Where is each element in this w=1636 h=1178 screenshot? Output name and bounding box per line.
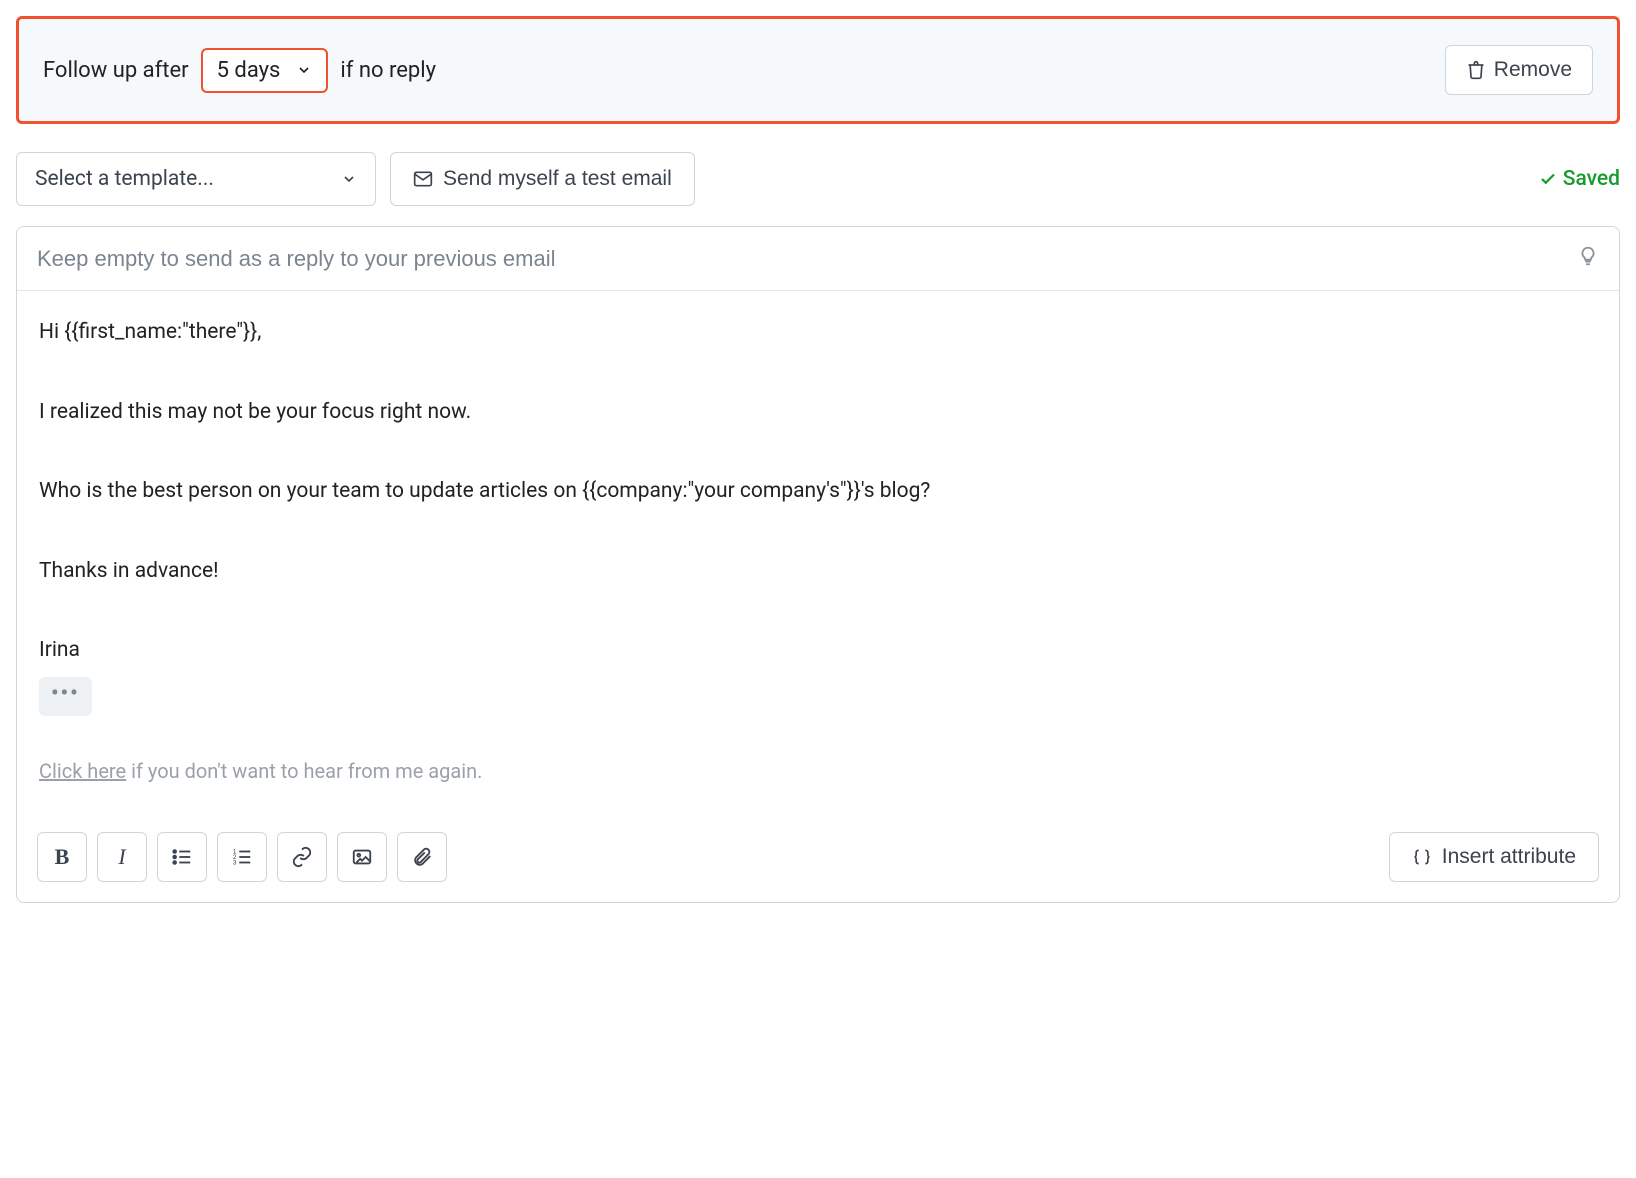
bold-button[interactable]: B [37,832,87,882]
check-icon [1539,170,1557,188]
subject-input[interactable] [37,246,1577,272]
envelope-icon [413,169,433,189]
bullet-list-button[interactable] [157,832,207,882]
saved-indicator: Saved [1539,167,1620,191]
numbered-list-button[interactable]: 123 [217,832,267,882]
template-select[interactable]: Select a template... [16,152,376,206]
svg-text:3: 3 [233,859,237,866]
body-line: Thanks in advance! [39,556,1597,588]
followup-days-select[interactable]: 5 days [201,48,329,93]
bullet-list-icon [171,846,193,868]
unsubscribe-rest: if you don't want to hear from me again. [126,759,482,783]
bold-icon: B [55,844,70,870]
controls-row: Select a template... Send myself a test … [16,152,1620,206]
link-icon [291,846,313,868]
unsubscribe-line: Click here if you don't want to hear fro… [39,756,1597,786]
insert-attribute-button[interactable]: Insert attribute [1389,832,1599,882]
trash-icon [1466,60,1486,80]
image-icon [351,846,373,868]
followup-days-value: 5 days [217,58,281,83]
braces-icon [1412,847,1432,867]
followup-suffix: if no reply [340,58,436,83]
lightbulb-icon[interactable] [1577,245,1599,272]
insert-attribute-label: Insert attribute [1442,845,1576,869]
unsubscribe-link[interactable]: Click here [39,759,126,783]
body-line: I realized this may not be your focus ri… [39,397,1597,429]
chevron-down-icon [296,62,312,78]
attachment-button[interactable] [397,832,447,882]
chevron-down-icon [341,171,357,187]
send-test-email-label: Send myself a test email [443,167,672,191]
email-editor: Hi {{first_name:"there"}}, I realized th… [16,226,1620,903]
signature: Irina [39,635,1597,667]
send-test-email-button[interactable]: Send myself a test email [390,152,695,206]
body-line: Hi {{first_name:"there"}}, [39,317,1597,349]
body-line: Who is the best person on your team to u… [39,476,1597,508]
numbered-list-icon: 123 [231,846,253,868]
paperclip-icon [411,846,433,868]
expand-quoted-button[interactable]: ••• [39,677,92,717]
image-button[interactable] [337,832,387,882]
followup-prefix: Follow up after [43,58,189,83]
email-body[interactable]: Hi {{first_name:"there"}}, I realized th… [17,291,1619,816]
link-button[interactable] [277,832,327,882]
followup-controls: Follow up after 5 days if no reply [43,48,436,93]
italic-icon: I [118,844,125,870]
subject-row [17,227,1619,291]
remove-button[interactable]: Remove [1445,45,1593,95]
remove-label: Remove [1494,58,1572,82]
followup-bar: Follow up after 5 days if no reply Remov… [16,16,1620,124]
template-placeholder: Select a template... [35,167,214,191]
saved-label: Saved [1563,167,1620,191]
editor-toolbar: B I 123 Insert attribute [17,816,1619,902]
italic-button[interactable]: I [97,832,147,882]
